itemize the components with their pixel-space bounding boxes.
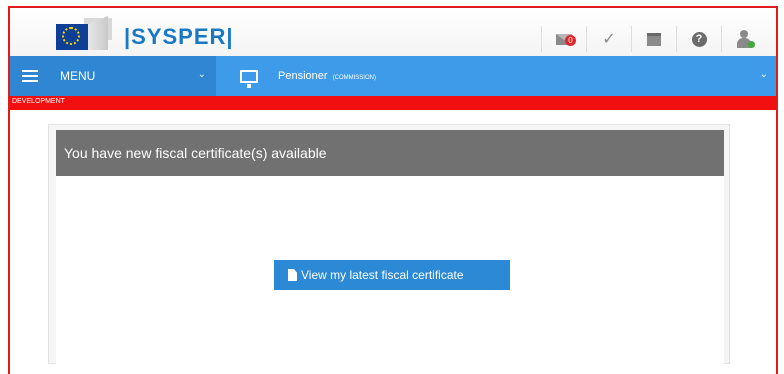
user-button[interactable] — [721, 26, 766, 52]
building-logo — [88, 16, 108, 50]
user-icon — [735, 30, 755, 48]
chevron-down-icon: ⌄ — [197, 69, 206, 80]
tasks-button[interactable]: ✓ — [586, 26, 631, 52]
eu-stars-icon — [62, 27, 80, 45]
monitor-icon — [240, 69, 258, 88]
environment-banner: DEVELOPMENT — [10, 96, 776, 110]
eu-flag-logo — [56, 24, 88, 50]
nav-expand-chevron-icon[interactable]: ⌄ — [760, 69, 768, 80]
hamburger-icon — [22, 70, 38, 82]
check-icon: ✓ — [602, 31, 616, 48]
menu-label: MENU — [60, 69, 96, 83]
calendar-icon — [647, 32, 661, 46]
document-icon — [288, 269, 297, 281]
notice-card-header: You have new fiscal certificate(s) avail… — [56, 130, 724, 176]
help-button[interactable]: ? — [676, 26, 721, 52]
role-label: Pensioner (COMMISSION) — [278, 70, 376, 82]
environment-label: DEVELOPMENT — [12, 98, 65, 105]
view-fiscal-certificate-button[interactable]: View my latest fiscal certificate — [274, 260, 510, 290]
messages-button[interactable]: 0 — [541, 26, 586, 52]
role-org: (COMMISSION) — [332, 75, 376, 81]
app-title: |SYSPER| — [124, 24, 234, 49]
role-selector[interactable]: Pensioner (COMMISSION) — [240, 56, 376, 96]
header-toolbar: 0 ✓ ? — [541, 26, 766, 52]
online-status-dot — [748, 41, 755, 48]
calendar-button[interactable] — [631, 26, 676, 52]
notification-badge: 0 — [565, 35, 576, 46]
main-navbar: MENU ⌄ Pensioner (COMMISSION) ⌄ — [10, 56, 776, 96]
notice-title: You have new fiscal certificate(s) avail… — [64, 145, 327, 161]
app-name-text: SYSPER — [131, 24, 227, 49]
view-fiscal-certificate-label: View my latest fiscal certificate — [301, 268, 464, 282]
menu-button[interactable]: MENU ⌄ — [10, 56, 216, 96]
help-icon: ? — [691, 31, 707, 47]
top-header: |SYSPER| 0 ✓ ? — [10, 8, 776, 56]
